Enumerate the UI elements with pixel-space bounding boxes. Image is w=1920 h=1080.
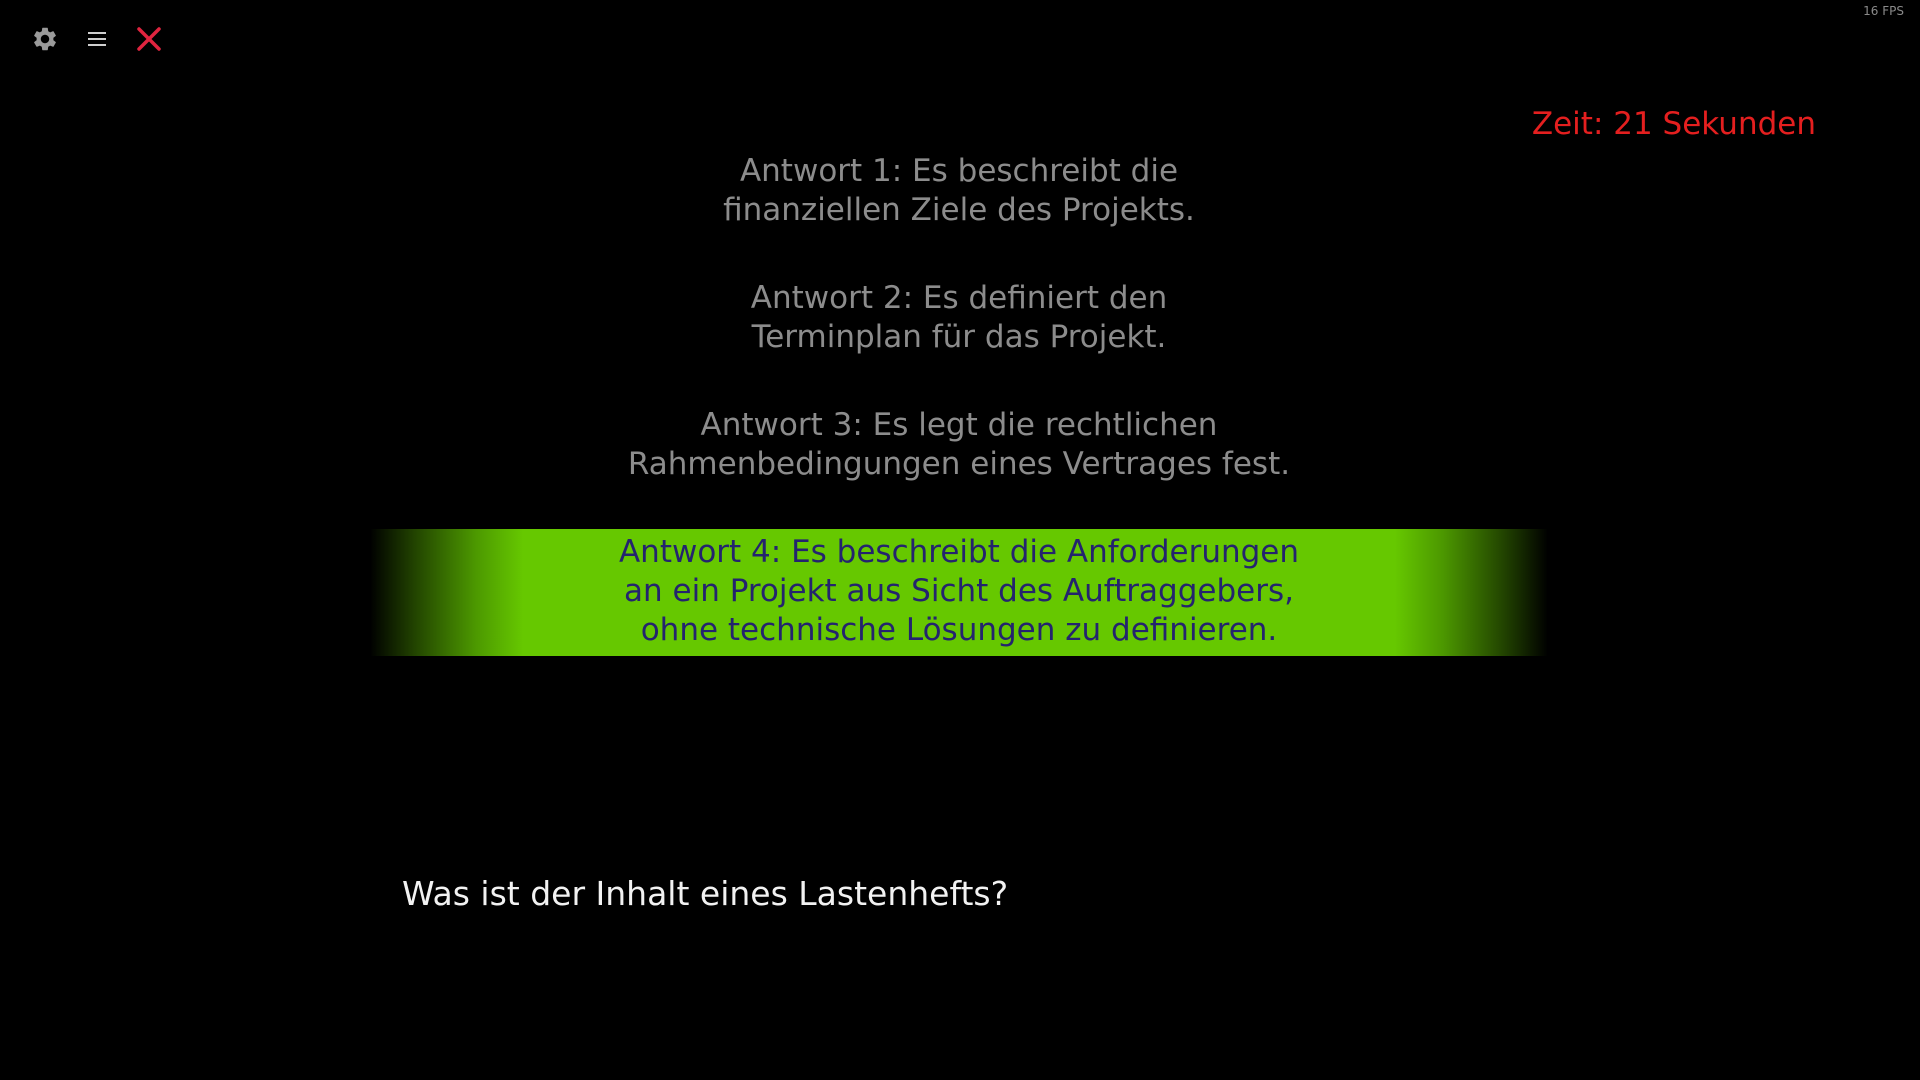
question-text: Was ist der Inhalt eines Lastenhefts? (402, 874, 1009, 913)
close-button[interactable] (132, 22, 166, 56)
settings-button[interactable] (28, 22, 62, 56)
timer: Zeit: 21 Sekunden (1531, 106, 1816, 142)
close-icon (137, 27, 161, 51)
answer-option-2[interactable]: Antwort 2: Es definiert den Terminplan f… (370, 279, 1548, 357)
toolbar (28, 22, 184, 56)
answer-option-3[interactable]: Antwort 3: Es legt die rechtlichen Rahme… (370, 406, 1548, 484)
gear-icon (34, 27, 56, 51)
answer-option-4-selected[interactable]: Antwort 4: Es beschreibt die Anforderung… (370, 529, 1548, 656)
hamburger-icon (88, 32, 106, 46)
game-screen: 16 FPS Zeit: 21 Sekunden Antwort 1: Es b… (0, 0, 1920, 1080)
menu-button[interactable] (80, 22, 114, 56)
fps-counter: 16 FPS (1863, 4, 1904, 18)
answer-list: Antwort 1: Es beschreibt die finanzielle… (370, 152, 1548, 656)
answer-option-1[interactable]: Antwort 1: Es beschreibt die finanzielle… (370, 152, 1548, 230)
